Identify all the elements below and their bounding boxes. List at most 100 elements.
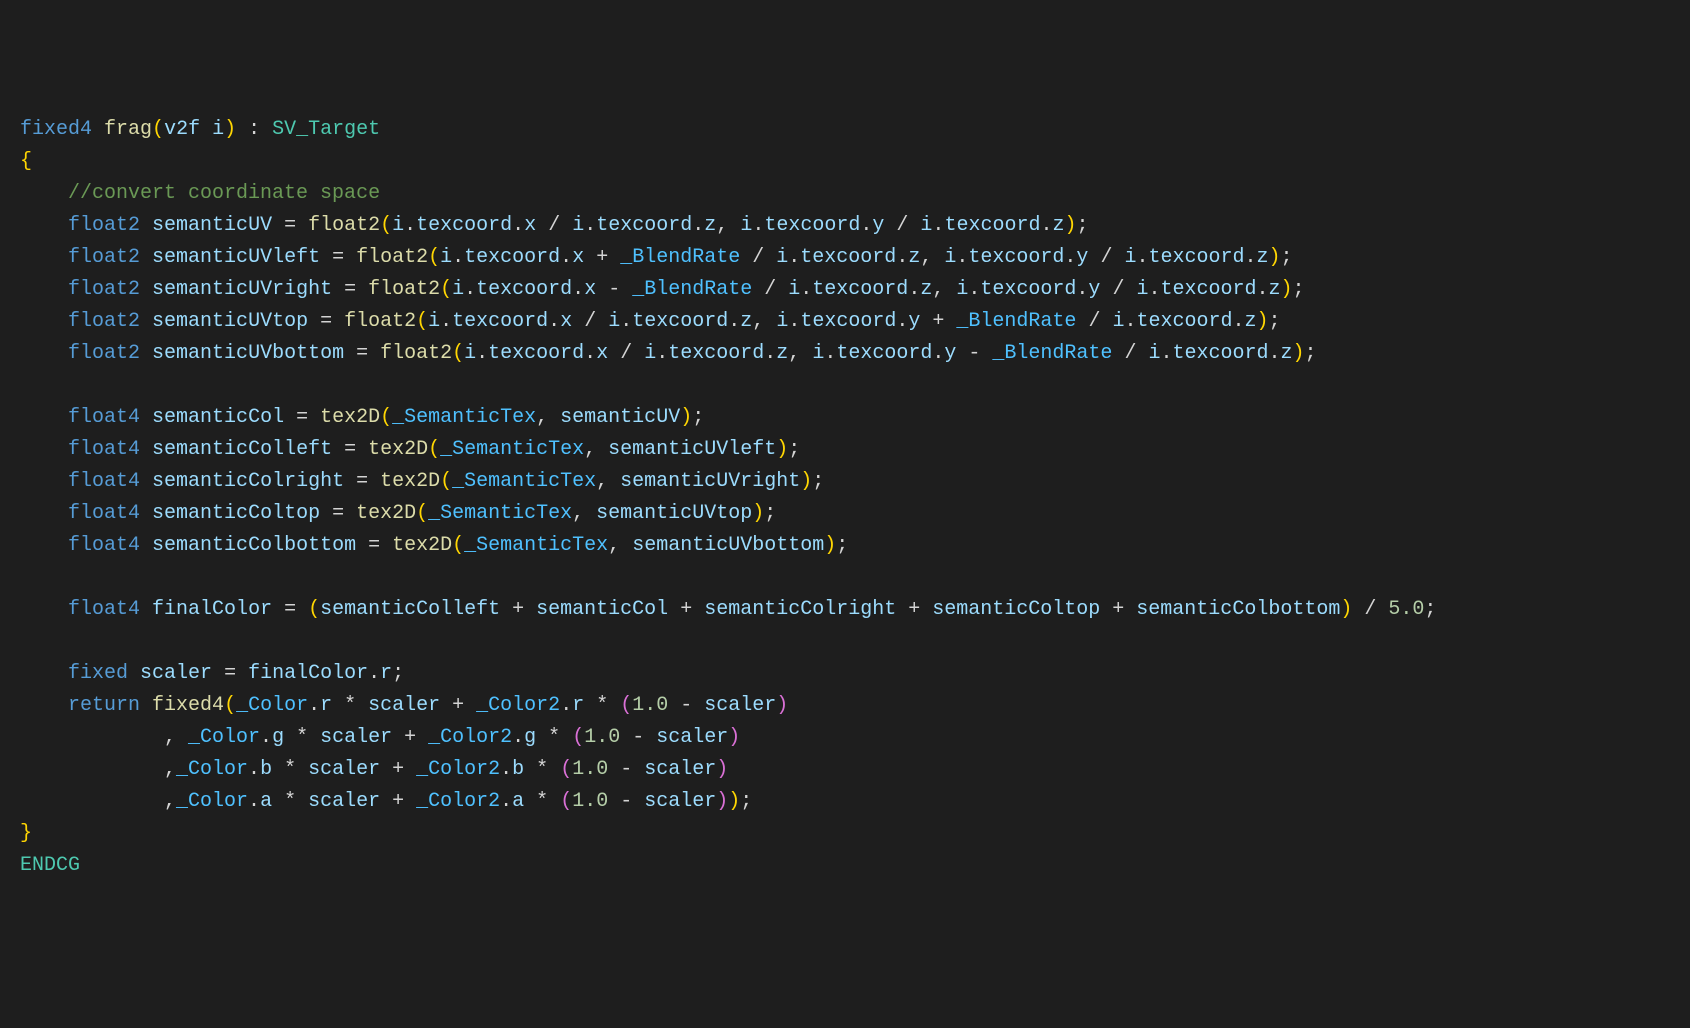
token-pnc: , bbox=[608, 534, 632, 557]
token-pnc: , bbox=[572, 502, 596, 525]
token-pnc: - bbox=[668, 694, 704, 717]
token-id: scaler bbox=[704, 694, 776, 717]
token-brk: ) bbox=[728, 790, 740, 813]
token-brk: ) bbox=[1269, 246, 1281, 269]
code-line: float4 semanticCol = tex2D(_SemanticTex,… bbox=[20, 402, 1670, 434]
token-pnc: . bbox=[932, 214, 944, 237]
token-id: texcoord bbox=[968, 246, 1064, 269]
token-enm: _BlendRate bbox=[620, 246, 740, 269]
token-fn: tex2D bbox=[392, 534, 452, 557]
token-pnc: ; bbox=[788, 438, 800, 461]
token-id: texcoord bbox=[800, 310, 896, 333]
token-id: b bbox=[512, 758, 524, 781]
token-pnc: . bbox=[476, 342, 488, 365]
token-id: y bbox=[1088, 278, 1100, 301]
token-pnc: , bbox=[932, 278, 956, 301]
token-pnc: , bbox=[788, 342, 812, 365]
token-brk: ) bbox=[1281, 278, 1293, 301]
token-id: a bbox=[512, 790, 524, 813]
token-pnc: . bbox=[248, 790, 260, 813]
token-id: texcoord bbox=[632, 310, 728, 333]
token-id: i bbox=[1148, 342, 1160, 365]
token-id: semanticCol bbox=[152, 406, 284, 429]
token-pnc bbox=[20, 598, 68, 621]
token-brk: ( bbox=[380, 214, 392, 237]
token-id: z bbox=[1257, 246, 1269, 269]
token-id: texcoord bbox=[488, 342, 584, 365]
token-pnc: = bbox=[332, 278, 368, 301]
token-pnc: , bbox=[596, 470, 620, 493]
token-enm: _SemanticTex bbox=[440, 438, 584, 461]
token-pnc: = bbox=[344, 470, 380, 493]
token-id: i bbox=[944, 246, 956, 269]
token-pnc bbox=[20, 182, 68, 205]
token-brk: ( bbox=[440, 470, 452, 493]
token-pnc: . bbox=[1148, 278, 1160, 301]
token-pnc: . bbox=[560, 246, 572, 269]
token-fn: tex2D bbox=[368, 438, 428, 461]
token-id: i bbox=[572, 214, 584, 237]
token-brk: ( bbox=[152, 118, 164, 141]
token-kw: float2 bbox=[68, 278, 140, 301]
token-pnc: . bbox=[956, 246, 968, 269]
token-id: b bbox=[260, 758, 272, 781]
code-line: float2 semanticUVleft = float2(i.texcoor… bbox=[20, 242, 1670, 274]
token-pnc: . bbox=[500, 758, 512, 781]
token-id: semanticUVleft bbox=[608, 438, 776, 461]
token-id: r bbox=[320, 694, 332, 717]
code-line: { bbox=[20, 146, 1670, 178]
code-line: float2 semanticUVbottom = float2(i.texco… bbox=[20, 338, 1670, 370]
token-pnc: . bbox=[512, 214, 524, 237]
token-brk: ( bbox=[440, 278, 452, 301]
token-id: y bbox=[872, 214, 884, 237]
token-id: finalColor bbox=[152, 598, 272, 621]
token-brk: ( bbox=[452, 342, 464, 365]
token-kw: fixed4 bbox=[20, 118, 92, 141]
code-line: ,_Color.a * scaler + _Color2.a * (1.0 - … bbox=[20, 786, 1670, 818]
token-id: texcoord bbox=[980, 278, 1076, 301]
token-pnc: / bbox=[536, 214, 572, 237]
token-pnc: . bbox=[1245, 246, 1257, 269]
token-pnc: . bbox=[1160, 342, 1172, 365]
token-kw: float2 bbox=[68, 342, 140, 365]
token-brk: ) bbox=[1257, 310, 1269, 333]
token-id: i bbox=[212, 118, 224, 141]
token-pnc: - bbox=[956, 342, 992, 365]
token-pnc: ; bbox=[812, 470, 824, 493]
token-pnc: . bbox=[584, 214, 596, 237]
token-pnc bbox=[20, 694, 68, 717]
token-pnc: * bbox=[584, 694, 620, 717]
token-pnc: . bbox=[728, 310, 740, 333]
token-pnc: = bbox=[320, 246, 356, 269]
token-id: z bbox=[920, 278, 932, 301]
token-id: texcoord bbox=[668, 342, 764, 365]
code-line: float2 semanticUVtop = float2(i.texcoord… bbox=[20, 306, 1670, 338]
token-id: semanticColtop bbox=[932, 598, 1100, 621]
token-pnc: * bbox=[524, 790, 560, 813]
token-id: semanticColbottom bbox=[152, 534, 356, 557]
token-pnc: . bbox=[788, 246, 800, 269]
token-id: finalColor bbox=[248, 662, 368, 685]
token-fn: float2 bbox=[380, 342, 452, 365]
token-pnc bbox=[20, 406, 68, 429]
token-pnc: + bbox=[584, 246, 620, 269]
token-pnc: = bbox=[272, 214, 308, 237]
token-pnc bbox=[20, 662, 68, 685]
token-pnc: * bbox=[524, 758, 560, 781]
token-fn: frag bbox=[104, 118, 152, 141]
token-id: texcoord bbox=[476, 278, 572, 301]
token-id: z bbox=[1269, 278, 1281, 301]
token-id: texcoord bbox=[596, 214, 692, 237]
token-id: texcoord bbox=[800, 246, 896, 269]
token-pnc: = bbox=[284, 406, 320, 429]
token-pnc: . bbox=[1136, 246, 1148, 269]
token-pnc: . bbox=[752, 214, 764, 237]
token-pnc: + bbox=[380, 758, 416, 781]
token-id: r bbox=[380, 662, 392, 685]
token-brk: ) bbox=[1064, 214, 1076, 237]
token-id: i bbox=[452, 278, 464, 301]
token-pnc: . bbox=[404, 214, 416, 237]
token-id: semanticUVleft bbox=[152, 246, 320, 269]
token-enm: _SemanticTex bbox=[428, 502, 572, 525]
token-pnc bbox=[20, 278, 68, 301]
